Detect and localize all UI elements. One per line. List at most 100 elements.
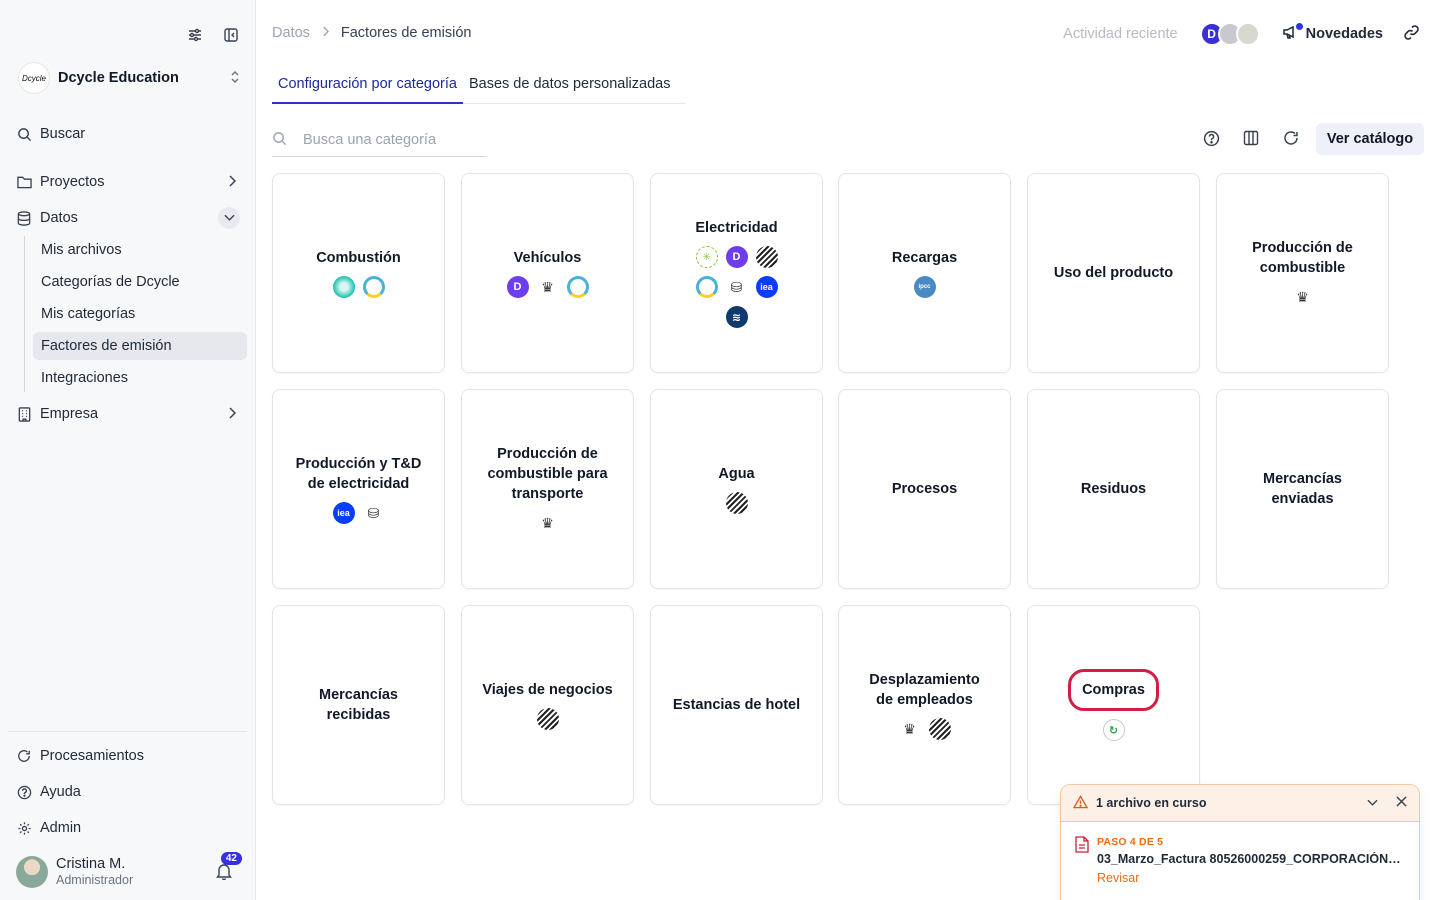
stripes-logo <box>928 718 951 740</box>
database-logo: ⛁ <box>362 502 385 524</box>
chevron-down-icon[interactable] <box>1367 796 1378 810</box>
nav-search-label: Buscar <box>40 126 86 142</box>
category-card[interactable]: Residuos <box>1027 389 1200 589</box>
c-circle-logo <box>362 276 385 298</box>
category-card-title: Vehículos <box>513 250 582 266</box>
user-role: Administrador <box>56 873 134 887</box>
nav-datos[interactable]: Datos <box>16 204 248 232</box>
category-card[interactable]: Compras ↻ <box>1027 605 1200 805</box>
category-card[interactable]: Uso del producto <box>1027 173 1200 373</box>
category-card[interactable]: Producción de combustible ♛ <box>1216 173 1389 373</box>
organization-switcher[interactable]: Dcycle Dcycle Education <box>18 60 240 96</box>
category-card-title: Estancias de hotel <box>672 697 801 713</box>
nav-proyectos[interactable]: Proyectos <box>16 168 248 196</box>
source-logos <box>687 492 787 514</box>
link-icon[interactable] <box>1403 24 1420 44</box>
collaborator-avatars[interactable]: D <box>1199 22 1260 46</box>
sidebar-divider <box>8 731 247 732</box>
processing-step: PASO 4 DE 5 <box>1097 836 1164 848</box>
nav-search[interactable]: Buscar <box>16 120 248 148</box>
org-logo: Dcycle <box>18 62 50 94</box>
category-card[interactable]: Desplazamiento de empleados ♛ <box>838 605 1011 805</box>
nav-procesamientos[interactable]: Procesamientos <box>16 742 248 770</box>
sidebar: Dcycle Dcycle Education Buscar Proyectos… <box>0 0 256 900</box>
wreath-logo: ✳ <box>695 246 718 268</box>
category-card[interactable]: Recargas ipcc <box>838 173 1011 373</box>
category-card[interactable]: Procesos <box>838 389 1011 589</box>
category-card[interactable]: Mercancías recibidas <box>272 605 445 805</box>
iea-logo: iea <box>755 276 778 298</box>
category-card[interactable]: Estancias de hotel <box>650 605 823 805</box>
dcycle-logo: D <box>506 276 529 298</box>
crest-logo: ♛ <box>536 276 559 298</box>
source-logos: ipcc <box>875 276 975 298</box>
navy-logo: ≋ <box>725 306 748 328</box>
source-logos: ♛ <box>1253 286 1353 308</box>
category-card[interactable]: Combustión <box>272 173 445 373</box>
sidebar-item-mis-archivos[interactable]: Mis archivos <box>33 236 247 264</box>
review-link[interactable]: Revisar <box>1097 871 1402 885</box>
recent-activity-link[interactable]: Actividad reciente <box>1063 26 1177 42</box>
refresh-icon <box>16 748 32 764</box>
green-logo: ↻ <box>1102 719 1125 741</box>
help-circle-icon[interactable] <box>1202 128 1220 148</box>
category-card[interactable]: Agua <box>650 389 823 589</box>
breadcrumb-datos[interactable]: Datos <box>272 25 310 41</box>
category-card[interactable]: Viajes de negocios <box>461 605 634 805</box>
avatar <box>16 856 48 888</box>
pdf-file-icon <box>1075 836 1089 885</box>
close-icon[interactable] <box>1396 796 1407 810</box>
columns-icon[interactable] <box>1242 128 1260 148</box>
dcycle-logo: D <box>725 246 748 268</box>
user-name: Cristina M. <box>56 856 126 872</box>
category-card[interactable]: Producción y T&D de electricidad iea ⛁ <box>272 389 445 589</box>
category-card[interactable]: Mercancías enviadas <box>1216 389 1389 589</box>
sidebar-item-integraciones[interactable]: Integraciones <box>33 364 247 392</box>
c-circle-logo <box>566 276 589 298</box>
category-card-title: Producción de combustible <box>1252 240 1353 276</box>
sidebar-item-mis-categorias[interactable]: Mis categorías <box>33 300 247 328</box>
category-card-title: Agua <box>718 466 755 482</box>
refresh-icon[interactable] <box>1282 128 1300 148</box>
nav-admin[interactable]: Admin <box>16 814 248 842</box>
nav-datos-label: Datos <box>40 210 78 226</box>
category-card[interactable]: Producción de combustible para transport… <box>461 389 634 589</box>
sidebar-item-categorias-dcycle[interactable]: Categorías de Dcycle <box>33 268 247 296</box>
category-card-title: Procesos <box>891 481 958 497</box>
folder-icon <box>16 174 32 190</box>
category-card-title: Combustión <box>316 250 401 266</box>
nav-proyectos-label: Proyectos <box>40 174 105 190</box>
source-logos: ✳ D ⛁ iea ≋ <box>687 246 787 328</box>
crest-logo: ♛ <box>536 512 559 534</box>
chevron-down-icon[interactable] <box>218 207 240 229</box>
news-button[interactable]: Novedades <box>1282 23 1383 44</box>
search-input[interactable] <box>303 132 473 148</box>
search-icon <box>272 131 287 149</box>
category-search <box>272 124 487 157</box>
nav-admin-label: Admin <box>40 820 82 836</box>
category-card-title: Mercancías enviadas <box>1263 471 1342 507</box>
category-card-title: Electricidad <box>695 220 778 236</box>
org-name: Dcycle Education <box>58 70 179 86</box>
nav-ayuda[interactable]: Ayuda <box>16 778 248 806</box>
database-icon <box>16 210 32 226</box>
chevron-right-icon <box>228 174 237 190</box>
view-catalog-button[interactable]: Ver catálogo <box>1316 123 1424 155</box>
category-card[interactable]: Electricidad ✳ D ⛁ iea ≋ <box>650 173 823 373</box>
collapse-sidebar-icon[interactable] <box>222 26 240 44</box>
settings-sliders-icon[interactable] <box>186 26 204 44</box>
category-card-title: Uso del producto <box>1053 265 1174 281</box>
nav-procesamientos-label: Procesamientos <box>40 748 144 764</box>
news-unread-dot <box>1295 23 1303 30</box>
tab-bases-datos-personalizadas[interactable]: Bases de datos personalizadas <box>463 74 677 104</box>
crest-logo: ♛ <box>898 718 921 740</box>
stripes-logo <box>536 708 559 730</box>
sidebar-item-factores-emision[interactable]: Factores de emisión <box>33 332 247 360</box>
nav-empresa[interactable]: Empresa <box>16 400 248 428</box>
chevron-right-icon <box>228 406 237 422</box>
category-card[interactable]: Vehículos D ♛ <box>461 173 634 373</box>
tab-configuracion-categoria[interactable]: Configuración por categoría <box>272 74 463 104</box>
bell-icon[interactable] <box>216 863 232 883</box>
user-profile[interactable]: Cristina M. Administrador 42 <box>16 852 244 889</box>
source-logos <box>309 276 409 298</box>
